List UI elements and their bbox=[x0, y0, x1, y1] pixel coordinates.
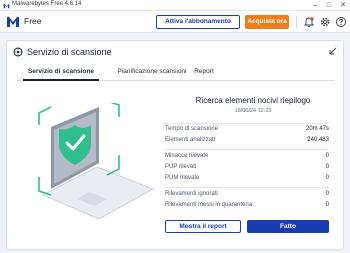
window-titlebar: Malwarebytes Free 4.6.14 – □ ✕ bbox=[0, 0, 350, 11]
notification-bell-icon[interactable] bbox=[303, 16, 315, 28]
stat-ignored-detections: Rilevamenti ignorati 0 bbox=[165, 191, 329, 197]
summary-title: Ricerca elementi nocivi riepilogo bbox=[195, 96, 311, 105]
panel-tabs: Servizio di scansione Pianificazione sca… bbox=[17, 65, 335, 81]
window-title: Malwarebytes Free 4.6.14 bbox=[12, 1, 82, 7]
protected-laptop-illustration bbox=[38, 103, 154, 220]
maximize-icon[interactable]: □ bbox=[322, 0, 336, 11]
header-divider bbox=[296, 16, 297, 28]
divider bbox=[165, 187, 329, 188]
scan-service-icon bbox=[13, 47, 23, 57]
settings-gear-icon[interactable] bbox=[319, 16, 331, 28]
stat-threats-detected: Minacce rilevate 0 bbox=[165, 153, 329, 159]
stat-quarantined: Rilevamenti messi in quarantena 0 bbox=[165, 202, 329, 208]
help-icon[interactable] bbox=[335, 16, 347, 28]
stat-pum-detected: PUM rilevate 0 bbox=[165, 175, 329, 181]
divider bbox=[165, 123, 329, 124]
summary-date: 18/06/24 12:23 bbox=[234, 108, 272, 114]
tab-scan-schedule[interactable]: Pianificazione scansioni bbox=[107, 65, 197, 81]
close-icon[interactable]: ✕ bbox=[336, 0, 350, 11]
buy-now-button[interactable]: Acquista ora bbox=[245, 15, 289, 29]
stat-pup-detected: PUP rilevati 0 bbox=[165, 164, 329, 170]
scan-service-panel: Servizio di scansione Servizio di scansi… bbox=[6, 40, 344, 250]
app-header: Free Attiva l'abbonamento Acquista ora bbox=[0, 11, 350, 33]
malwarebytes-logo-icon bbox=[7, 16, 19, 27]
activate-subscription-button[interactable]: Attiva l'abbonamento bbox=[156, 15, 240, 29]
collapse-panel-icon[interactable] bbox=[328, 47, 337, 56]
divider bbox=[165, 149, 329, 150]
done-button[interactable]: Fatto bbox=[247, 220, 329, 233]
tab-scan-service[interactable]: Servizio di scansione bbox=[23, 65, 99, 81]
app-logo-icon bbox=[3, 3, 10, 9]
tab-report[interactable]: Report bbox=[189, 65, 219, 81]
minimize-icon[interactable]: – bbox=[308, 0, 322, 11]
stat-scan-time: Tempo di scansione 20m 47s bbox=[165, 126, 329, 132]
panel-title: Servizio di scansione bbox=[27, 47, 112, 57]
edition-label: Free bbox=[24, 16, 42, 26]
show-report-button[interactable]: Mostra il report bbox=[165, 220, 241, 233]
stat-items-scanned: Elementi analizzati 240.483 bbox=[165, 137, 329, 143]
